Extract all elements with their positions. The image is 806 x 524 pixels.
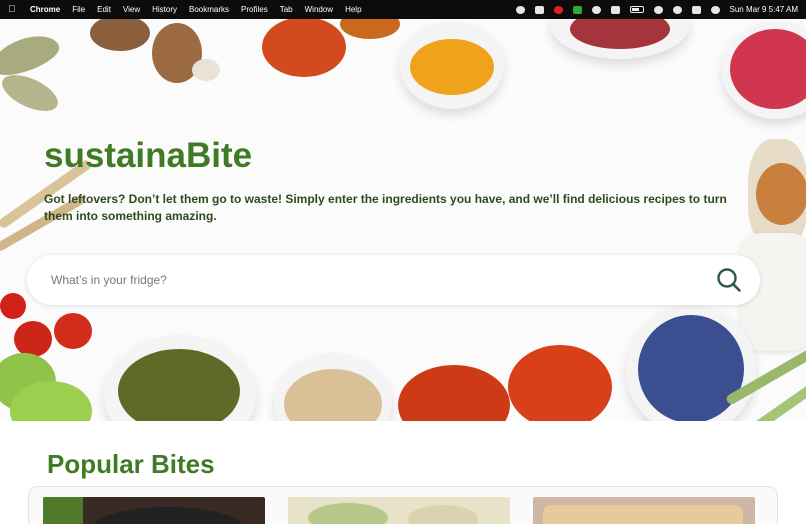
hero-tagline: Got leftovers? Don’t let them go to wast…: [44, 192, 727, 223]
hero-banner: sustainaBite Got leftovers? Don’t let th…: [0, 19, 806, 421]
menu-clock[interactable]: Sun Mar 9 5:47 AM: [730, 5, 798, 14]
recipe-card[interactable]: [43, 497, 265, 524]
ingredient-search-bar: [27, 255, 760, 305]
menu-tab[interactable]: Tab: [280, 5, 293, 14]
recipe-card[interactable]: [533, 497, 755, 524]
siri-icon[interactable]: [710, 5, 720, 14]
battery-icon[interactable]: [629, 6, 644, 13]
menu-view[interactable]: View: [123, 5, 140, 14]
extension-icon[interactable]: [534, 5, 544, 14]
app-status-icon[interactable]: [572, 5, 582, 14]
status-icon[interactable]: [515, 5, 525, 14]
recipe-card[interactable]: [288, 497, 510, 524]
search-icon[interactable]: [716, 267, 742, 293]
menu-app-name[interactable]: Chrome: [30, 5, 60, 14]
menu-help[interactable]: Help: [345, 5, 361, 14]
ingredient-search-input[interactable]: [51, 273, 716, 287]
layers-icon[interactable]: [591, 5, 601, 14]
record-icon[interactable]: [553, 5, 563, 14]
popular-bites-heading: Popular Bites: [47, 449, 215, 479]
spotlight-search-icon[interactable]: [672, 5, 682, 14]
menu-window[interactable]: Window: [305, 5, 333, 14]
menu-profiles[interactable]: Profiles: [241, 5, 268, 14]
control-center-icon[interactable]: [691, 5, 701, 14]
menu-bookmarks[interactable]: Bookmarks: [189, 5, 229, 14]
popular-bites-carousel: [28, 486, 778, 524]
menu-file[interactable]: File: [72, 5, 85, 14]
system-menu-bar:  Chrome File Edit View History Bookmark…: [0, 0, 806, 19]
display-icon[interactable]: [610, 5, 620, 14]
menu-history[interactable]: History: [152, 5, 177, 14]
wifi-icon[interactable]: [653, 5, 663, 14]
apple-icon[interactable]: : [8, 4, 22, 15]
site-title: sustainaBite: [44, 136, 253, 175]
menu-edit[interactable]: Edit: [97, 5, 111, 14]
